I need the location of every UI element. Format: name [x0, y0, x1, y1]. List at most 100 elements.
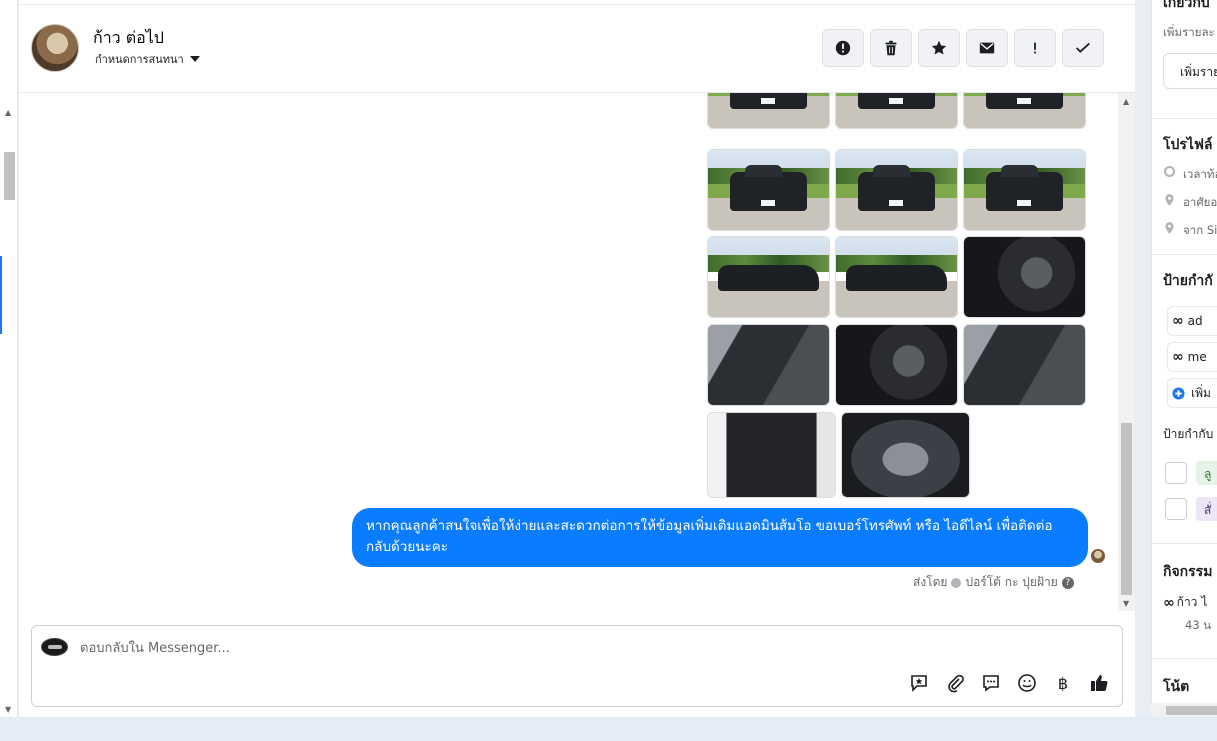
left-panel-scrollbar[interactable]: ▲ ▼ [0, 0, 18, 717]
location-pin-icon [1165, 222, 1174, 234]
label-tag: สั่ [1196, 497, 1217, 521]
alert-circle-icon [835, 40, 851, 56]
photo-attachment[interactable] [835, 324, 958, 406]
assign-label: กำหนดการสนทนา [95, 53, 184, 66]
scrollbar-thumb[interactable] [1166, 706, 1217, 715]
profile-local-time: เวลาท้อ [1183, 167, 1217, 181]
photo-attachment[interactable] [835, 93, 958, 129]
reply-input[interactable] [80, 639, 680, 657]
divider [1152, 658, 1217, 659]
details-sidebar: เกี่ยวกับ เพิ่มรายละ เพิ่มราย โปรไฟล์ เว… [1151, 0, 1217, 717]
mark-unread-button[interactable] [966, 29, 1008, 67]
add-label-button[interactable]: เพิ่ม [1167, 378, 1217, 408]
selected-indicator [0, 256, 2, 334]
photo-attachment[interactable] [963, 236, 1086, 318]
label-item[interactable]: ∞ me [1167, 342, 1217, 372]
profile-heading: โปรไฟล์ [1163, 137, 1213, 153]
activity-item[interactable]: ∞ ก้าว ไ [1163, 593, 1207, 612]
photo-attachment[interactable] [835, 149, 958, 231]
sent-by-prefix: ส่งโดย [913, 575, 948, 589]
photo-attachment[interactable] [707, 93, 830, 129]
add-details-button[interactable]: เพิ่มราย [1163, 53, 1217, 89]
photo-attachment[interactable] [963, 324, 1086, 406]
photo-attachment[interactable] [841, 412, 970, 498]
header-actions [822, 29, 1104, 67]
message-scrollbar[interactable]: ▲ ▼ [1118, 93, 1135, 611]
photo-attachment[interactable] [707, 412, 836, 498]
window-bottom-bar [0, 717, 1217, 741]
follow-up-button[interactable] [1014, 29, 1056, 67]
sidebar-horizontal-scrollbar[interactable] [1151, 703, 1217, 717]
notes-heading: โน้ต [1163, 679, 1190, 695]
photo-attachment[interactable] [963, 93, 1086, 129]
message-composer: ฿ [31, 625, 1123, 707]
label-tag: ลู [1196, 461, 1217, 485]
scroll-up-arrow-icon[interactable]: ▲ [1123, 97, 1129, 106]
meta-logo-icon: ∞ [1172, 349, 1184, 365]
star-button[interactable] [918, 29, 960, 67]
profile-lives-in: อาศัยอ [1183, 195, 1217, 209]
meta-logo-icon: ∞ [1163, 594, 1175, 611]
verified-icon [951, 577, 962, 588]
saved-reply-icon[interactable] [908, 672, 930, 694]
assign-conversation-dropdown[interactable]: กำหนดการสนทนา [95, 50, 200, 68]
location-pin-icon [1165, 194, 1174, 206]
plus-circle-icon [1172, 386, 1185, 400]
labels-heading: ป้ายกำกั [1163, 273, 1213, 289]
envelope-icon [979, 42, 995, 54]
read-receipt-avatar [1091, 549, 1105, 563]
activity-name: ก้าว ไ [1176, 595, 1208, 609]
photo-attachment[interactable] [963, 149, 1086, 231]
composer-tools: ฿ [908, 672, 1110, 694]
conversation-header: ก้าว ต่อไป กำหนดการสนทนา [19, 4, 1135, 93]
labels-sub-heading: ป้ายกำกับ [1163, 427, 1214, 441]
activity-time: 43 น [1185, 618, 1212, 632]
caret-down-icon [189, 56, 200, 62]
label-item[interactable]: ∞ ad [1167, 306, 1217, 336]
star-icon [931, 40, 947, 55]
exclamation-icon [1034, 42, 1036, 54]
trash-icon [885, 40, 897, 56]
mark-done-button[interactable] [1062, 29, 1104, 67]
sent-by-line: ส่งโดย ปอร์โต้ กะ ปุยฝ้าย ? [913, 573, 1074, 592]
contact-name[interactable]: ก้าว ต่อไป [93, 26, 164, 51]
scrollbar-thumb[interactable] [1121, 423, 1132, 595]
thumbs-up-icon[interactable] [1088, 672, 1110, 694]
sent-by-name[interactable]: ปอร์โต้ กะ ปุยฝ้าย [965, 573, 1057, 592]
scroll-down-arrow-icon[interactable]: ▼ [5, 705, 11, 714]
label-text: ad [1187, 314, 1203, 328]
meta-logo-icon: ∞ [1172, 313, 1184, 329]
label-text: me [1187, 350, 1207, 364]
paperclip-icon[interactable] [944, 672, 966, 694]
emoji-icon[interactable] [1016, 672, 1038, 694]
profile-from: จาก Sis [1183, 223, 1217, 237]
message-bubble[interactable]: หากคุณลูกค้าสนใจเพื่อให้ง่ายและสะดวกต่อก… [352, 508, 1088, 567]
page-logo-avatar [41, 638, 68, 656]
photo-attachment[interactable] [707, 149, 830, 231]
clock-icon [1164, 166, 1175, 177]
label-checkbox[interactable] [1165, 498, 1187, 520]
about-heading: เกี่ยวกับ [1163, 0, 1210, 11]
baht-icon[interactable]: ฿ [1052, 672, 1074, 694]
add-label-text: เพิ่ม [1191, 385, 1211, 400]
photo-attachment[interactable] [835, 236, 958, 318]
photo-attachment[interactable] [707, 236, 830, 318]
check-icon [1076, 42, 1090, 53]
photo-attachments [707, 93, 1088, 504]
add-details-hint: เพิ่มรายละ [1163, 25, 1215, 39]
divider [1152, 543, 1217, 544]
scroll-down-arrow-icon[interactable]: ▼ [1123, 599, 1129, 608]
message-thread: หากคุณลูกค้าสนใจเพื่อให้ง่ายและสะดวกต่อก… [19, 93, 1135, 611]
divider [1152, 118, 1217, 119]
scroll-up-arrow-icon[interactable]: ▲ [5, 108, 11, 117]
label-checkbox[interactable] [1165, 462, 1187, 484]
chat-bubble-icon[interactable] [980, 672, 1002, 694]
spam-button[interactable] [822, 29, 864, 67]
delete-button[interactable] [870, 29, 912, 67]
photo-attachment[interactable] [707, 324, 830, 406]
help-icon[interactable]: ? [1061, 576, 1074, 589]
divider [1152, 254, 1217, 255]
scrollbar-thumb[interactable] [4, 152, 15, 200]
contact-avatar[interactable] [31, 24, 79, 72]
conversation-panel: ก้าว ต่อไป กำหนดการสนทนา หากคุณลูกค้าสนใ… [19, 0, 1135, 717]
